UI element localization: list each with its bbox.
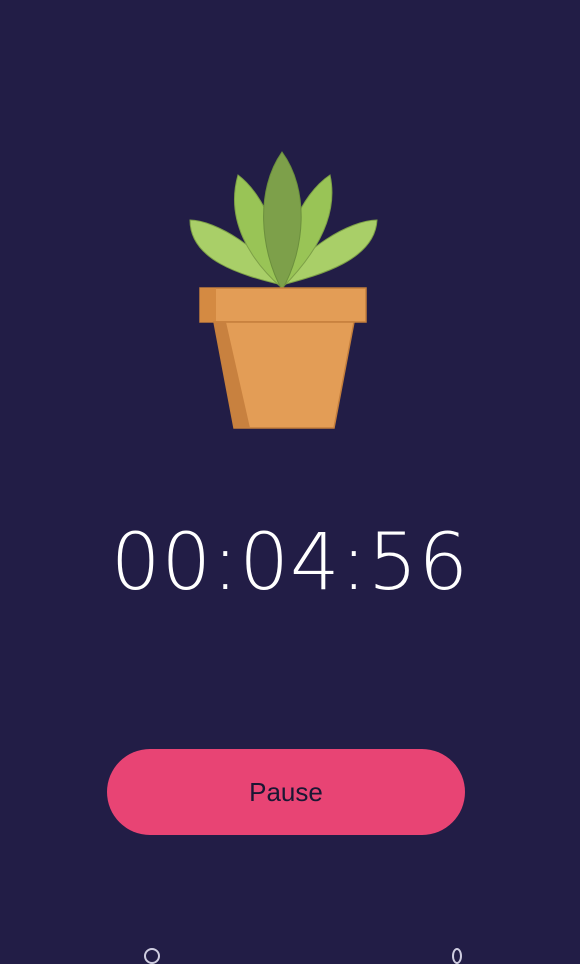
- nav-circle-icon[interactable]: [144, 948, 160, 964]
- nav-circle-icon[interactable]: [452, 948, 462, 964]
- bottom-nav: [0, 940, 580, 964]
- pause-button[interactable]: Pause: [107, 749, 465, 835]
- timer-screen: 00:04:56 Pause: [0, 0, 580, 964]
- potted-plant-icon: [189, 151, 378, 429]
- timer-display: 00:04:56: [110, 518, 470, 608]
